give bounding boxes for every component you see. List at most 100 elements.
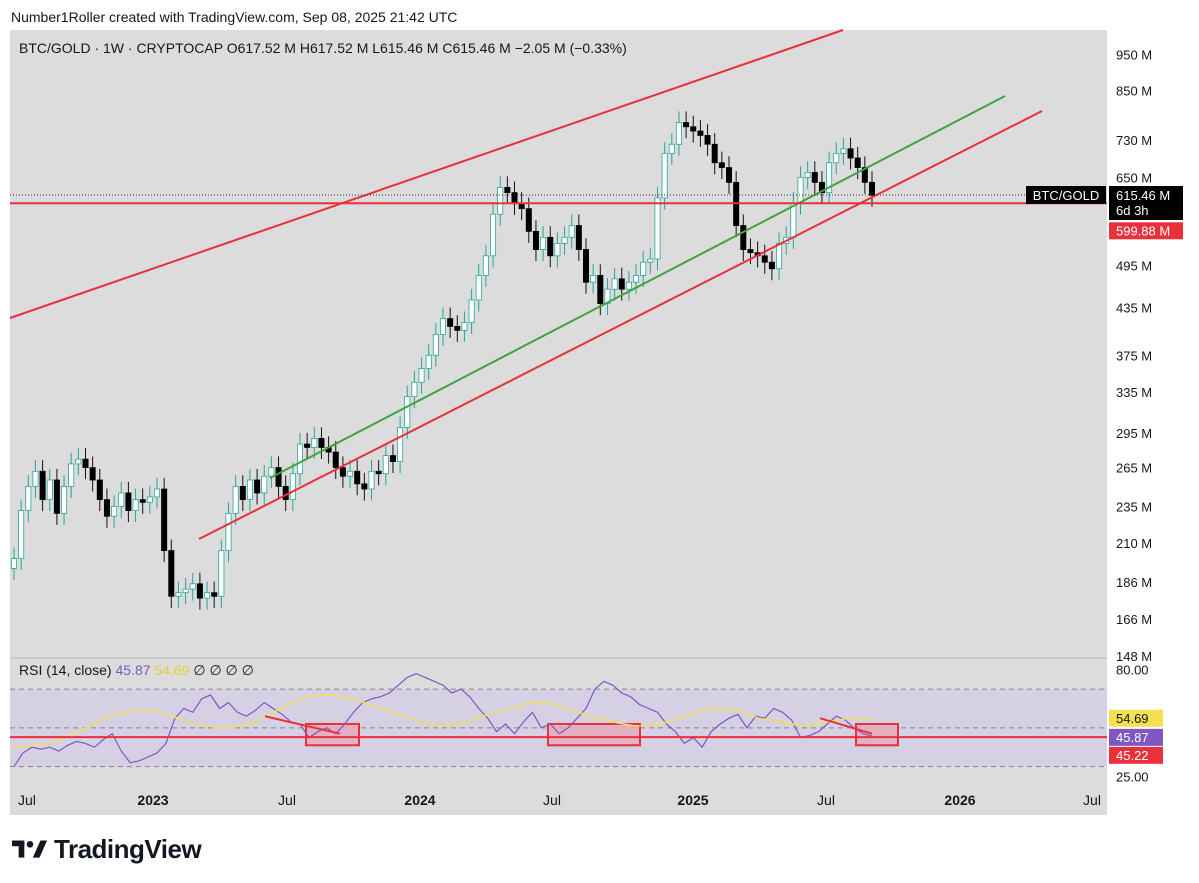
rsi-tick-label: 80.00 — [1116, 663, 1149, 678]
candle-body — [418, 368, 425, 383]
candle-body — [833, 152, 840, 164]
candle-body — [597, 275, 604, 304]
candle-body — [232, 486, 239, 514]
candle-body — [375, 470, 382, 475]
candle-body — [475, 275, 482, 301]
price-tick-label: 850 M — [1116, 84, 1152, 99]
rsi-tick-label: 25.00 — [1116, 769, 1149, 784]
candle-body — [847, 148, 854, 159]
price-tick-label: 166 M — [1116, 612, 1152, 627]
candle-body — [668, 143, 675, 154]
candle-body — [103, 499, 110, 517]
candle-body — [761, 255, 768, 263]
candle-body — [261, 475, 268, 494]
chart-canvas[interactable]: 950 M 850 M 730 M 650 M 495 M 435 M 375 M 335 M… — [0, 0, 1199, 883]
tradingview-wordmark: TradingView — [54, 834, 202, 864]
candle-body — [18, 510, 25, 560]
price-tick-label: 650 M — [1116, 170, 1152, 185]
candle-body — [275, 467, 282, 487]
candle-body — [168, 550, 175, 597]
candle-body — [382, 455, 389, 475]
candle-body — [425, 354, 432, 369]
rsi-tag-value: 45.87 — [1116, 730, 1149, 745]
price-tick-label: 435 M — [1116, 300, 1152, 315]
rsi-legend: RSI (14, close) 45.87 54.69 ∅ ∅ ∅ ∅ — [19, 662, 254, 678]
candle-body — [640, 261, 647, 276]
candle-body — [246, 479, 253, 501]
candle-body — [854, 157, 861, 168]
candle-body — [118, 492, 125, 507]
candle-body — [153, 488, 160, 498]
candle-body — [590, 275, 597, 283]
candle-body — [132, 499, 139, 511]
candle-body — [490, 213, 497, 257]
candle-body — [182, 588, 189, 594]
time-tick-label: Jul — [278, 792, 296, 808]
price-tick-label: 375 M — [1116, 348, 1152, 363]
candle-body — [776, 242, 783, 270]
tradingview-logo[interactable]: TradingView — [12, 834, 202, 865]
price-tick-label: 495 M — [1116, 258, 1152, 273]
candle-body — [804, 172, 811, 178]
price-tick-label: 186 M — [1116, 575, 1152, 590]
candle-body — [361, 483, 368, 490]
candle-body — [790, 202, 797, 238]
candle-body — [554, 242, 561, 257]
candle-body — [540, 236, 547, 250]
rsi-level-tag-value: 45.22 — [1116, 748, 1149, 763]
symbol-info-line: BTC/GOLD · 1W · CRYPTOCAP O617.52 M H617… — [19, 40, 627, 56]
candle-body — [432, 333, 439, 356]
candle-body — [561, 236, 568, 244]
candle-body — [711, 143, 718, 164]
candle-body — [125, 492, 132, 511]
candle-body — [461, 322, 468, 331]
candle-body — [389, 455, 396, 462]
candle-body — [268, 467, 275, 477]
candle-body — [726, 167, 733, 183]
candle-body — [661, 152, 668, 199]
candle-body — [347, 470, 354, 477]
time-tick-label: 2024 — [404, 792, 435, 808]
candle-body — [740, 225, 747, 250]
candle-body — [704, 134, 711, 145]
time-tick-label: 2025 — [677, 792, 708, 808]
candle-body — [468, 299, 475, 323]
candle-body — [254, 479, 261, 494]
candle-body — [68, 463, 75, 487]
candle-body — [161, 488, 168, 552]
candle-body — [482, 255, 489, 276]
candle-body — [504, 187, 511, 194]
price-tick-label: 265 M — [1116, 461, 1152, 476]
candle-body — [318, 438, 325, 448]
candle-body — [397, 427, 404, 462]
candle-body — [618, 278, 625, 290]
candle-body — [675, 122, 682, 145]
price-tick-label: 730 M — [1116, 133, 1152, 148]
candle-body — [304, 443, 311, 448]
time-tick-label: Jul — [18, 792, 36, 808]
candle-body — [96, 479, 103, 501]
candle-body — [75, 458, 82, 465]
candle-body — [311, 438, 318, 448]
candle-body — [196, 583, 203, 599]
candle-body — [547, 236, 554, 257]
time-tick-label: Jul — [817, 792, 835, 808]
candle-body — [454, 326, 461, 331]
candle-body — [869, 181, 876, 196]
candle-body — [633, 275, 640, 283]
time-tick-label: 2023 — [137, 792, 168, 808]
candle-body — [368, 470, 375, 490]
rsi-ma-tag-value: 54.69 — [1116, 711, 1149, 726]
candle-body — [354, 470, 361, 485]
bar-countdown: 6d 3h — [1116, 203, 1149, 218]
price-tick-label: 235 M — [1116, 499, 1152, 514]
candle-body — [89, 467, 96, 481]
candle-body — [525, 208, 532, 232]
candle-body — [82, 458, 89, 468]
time-tick-label: Jul — [1083, 792, 1101, 808]
symbol-tag-label: BTC/GOLD — [1033, 188, 1099, 203]
candle-body — [211, 592, 218, 597]
candle-body — [189, 583, 196, 590]
candle-body — [111, 506, 118, 517]
candle-body — [690, 126, 697, 132]
